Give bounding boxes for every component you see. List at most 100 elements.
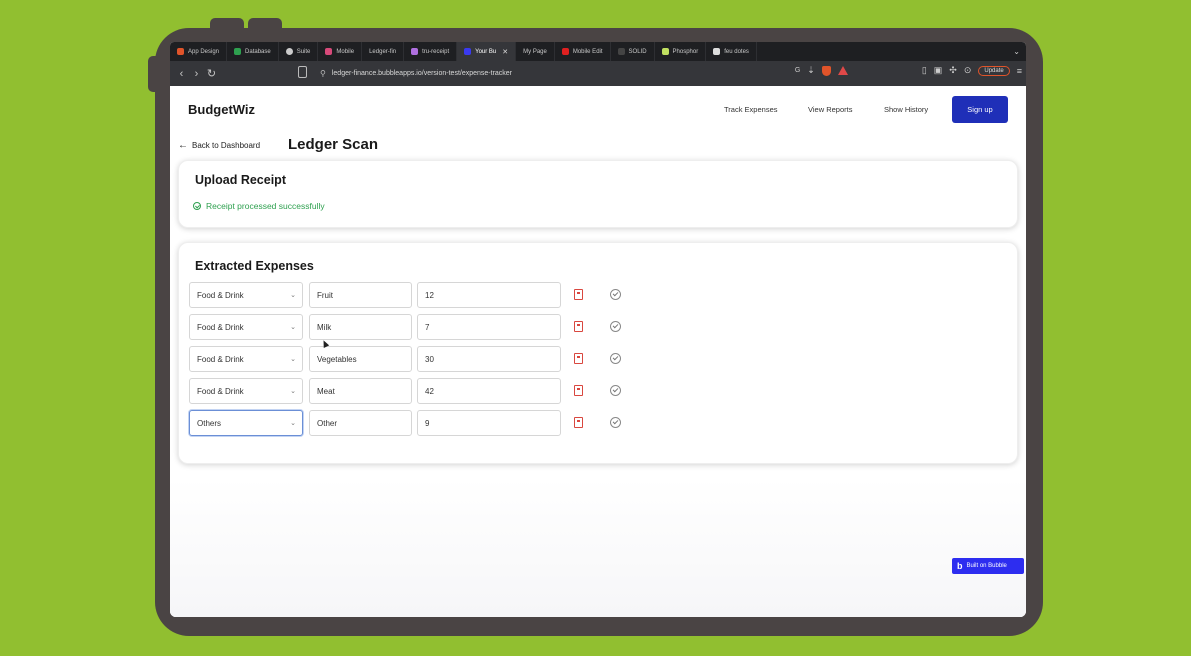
brave-shield-icon[interactable] bbox=[821, 65, 831, 76]
chevron-down-icon: ⌄ bbox=[290, 324, 296, 331]
brand-logo[interactable]: BudgetWiz bbox=[188, 102, 255, 117]
chevron-down-icon: ⌄ bbox=[290, 388, 296, 395]
browser-tab[interactable]: Mobile Edit bbox=[555, 42, 611, 61]
confirm-check-icon[interactable] bbox=[610, 353, 621, 364]
tab-label: Mobile Edit bbox=[572, 48, 603, 55]
browser-tab[interactable]: App Design bbox=[170, 42, 228, 61]
tab-list-chevron-icon[interactable]: ⌄ bbox=[1007, 47, 1026, 56]
browser-tab[interactable]: Database bbox=[227, 42, 279, 61]
signup-button[interactable]: Sign up bbox=[952, 96, 1008, 123]
tab-label: tru-receipt bbox=[422, 48, 450, 55]
upload-status: Receipt processed successfully bbox=[193, 201, 325, 211]
category-select[interactable]: Food & Drink ⌄ bbox=[189, 346, 303, 372]
expense-row: Food & Drink ⌄ Meat 42 bbox=[189, 378, 1019, 404]
tab-label: App Design bbox=[188, 48, 220, 55]
delete-receipt-icon[interactable] bbox=[574, 353, 583, 364]
bookmark-icon[interactable] bbox=[298, 66, 307, 78]
amount-input[interactable]: 42 bbox=[417, 378, 561, 404]
tab-favicon bbox=[325, 48, 333, 55]
tab-label: feu dotes bbox=[724, 48, 749, 55]
description-input[interactable]: Fruit bbox=[309, 282, 412, 308]
description-input[interactable]: Milk bbox=[309, 314, 412, 340]
confirm-check-icon[interactable] bbox=[610, 417, 621, 428]
confirm-check-icon[interactable] bbox=[610, 385, 621, 396]
forward-arrow-icon[interactable]: › bbox=[189, 68, 204, 80]
tab-favicon bbox=[234, 48, 242, 55]
tab-favicon bbox=[411, 48, 419, 55]
tab-favicon bbox=[177, 48, 184, 55]
download-icon[interactable]: ⇣ bbox=[807, 65, 815, 76]
browser-tab[interactable]: Suite bbox=[279, 42, 319, 61]
app-page: BudgetWiz Track Expenses View Reports Sh… bbox=[170, 86, 1026, 617]
expense-row: Others ⌄ Other 9 bbox=[189, 410, 1019, 436]
bubble-logo-icon: b bbox=[957, 561, 963, 571]
chevron-down-icon: ⌄ bbox=[290, 420, 296, 427]
wallet-icon[interactable]: ▣ bbox=[934, 65, 943, 76]
browser-tab-bar: App Design Database Suite Mobile Ledger-… bbox=[170, 42, 1026, 61]
translate-icon[interactable]: G bbox=[795, 67, 800, 74]
delete-receipt-icon[interactable] bbox=[574, 321, 583, 332]
amount-input[interactable]: 12 bbox=[417, 282, 561, 308]
browser-tab[interactable]: SOLID bbox=[611, 42, 655, 61]
category-select[interactable]: Food & Drink ⌄ bbox=[189, 282, 303, 308]
tab-label: SOLID bbox=[628, 48, 647, 55]
amount-input[interactable]: 7 bbox=[417, 314, 561, 340]
category-value: Others bbox=[197, 418, 222, 428]
extracted-expenses-card: Extracted Expenses Food & Drink ⌄ Fruit 1… bbox=[178, 242, 1018, 464]
category-value: Food & Drink bbox=[197, 290, 244, 300]
category-select[interactable]: Others ⌄ bbox=[189, 410, 303, 436]
expense-row: Food & Drink ⌄ Vegetables 30 bbox=[189, 346, 1019, 372]
sidebar-icon[interactable]: ▯ bbox=[922, 65, 927, 76]
expense-row: Food & Drink ⌄ Milk 7 bbox=[189, 314, 1019, 340]
check-circle-icon bbox=[193, 202, 201, 210]
browser-tab-active[interactable]: Your Bu ✕ bbox=[457, 42, 517, 61]
tab-label: Ledger-fin bbox=[369, 48, 397, 55]
tab-favicon bbox=[285, 48, 293, 55]
category-select[interactable]: Food & Drink ⌄ bbox=[189, 378, 303, 404]
reload-icon[interactable]: ↻ bbox=[204, 67, 219, 80]
url-field[interactable]: ⚲ ledger-finance.bubbleapps.io/version-t… bbox=[320, 64, 830, 82]
nav-track-expenses[interactable]: Track Expenses bbox=[724, 105, 778, 114]
amount-input[interactable]: 9 bbox=[417, 410, 561, 436]
description-input[interactable]: Meat bbox=[309, 378, 412, 404]
category-select[interactable]: Food & Drink ⌄ bbox=[189, 314, 303, 340]
built-on-bubble-badge[interactable]: b Built on Bubble bbox=[952, 558, 1024, 574]
upload-receipt-card: Upload Receipt Receipt processed success… bbox=[178, 160, 1018, 228]
close-tab-icon[interactable]: ✕ bbox=[502, 48, 508, 56]
page-title: Ledger Scan bbox=[288, 136, 379, 153]
tab-favicon bbox=[713, 48, 721, 55]
category-value: Food & Drink bbox=[197, 386, 244, 396]
tab-label: Suite bbox=[296, 48, 311, 55]
browser-tab[interactable]: Mobile bbox=[318, 42, 363, 61]
delete-receipt-icon[interactable] bbox=[574, 385, 583, 396]
browser-tab[interactable]: Phosphor bbox=[655, 42, 707, 61]
extensions-icon[interactable]: ✣ bbox=[949, 65, 957, 76]
nav-view-reports[interactable]: View Reports bbox=[808, 105, 852, 114]
tab-label: Phosphor bbox=[672, 48, 699, 55]
update-button[interactable]: Update bbox=[978, 65, 1010, 76]
amount-input[interactable]: 30 bbox=[417, 346, 561, 372]
tab-label: Database bbox=[245, 48, 271, 55]
tablet-screen: App Design Database Suite Mobile Ledger-… bbox=[170, 42, 1026, 617]
back-to-dashboard-link[interactable]: ← Back to Dashboard bbox=[178, 140, 260, 151]
browser-tab[interactable]: tru-receipt bbox=[404, 42, 458, 61]
description-input[interactable]: Vegetables bbox=[309, 346, 412, 372]
browser-tab[interactable]: My Page bbox=[516, 42, 555, 61]
back-arrow-icon[interactable]: ‹ bbox=[174, 68, 189, 80]
delete-receipt-icon[interactable] bbox=[574, 417, 583, 428]
chevron-down-icon: ⌄ bbox=[290, 292, 296, 299]
browser-toolbar-icons: G ⇣ ▯ ▣ ✣ ⊙ Update ≡ bbox=[795, 65, 1022, 76]
delete-receipt-icon[interactable] bbox=[574, 289, 583, 300]
confirm-check-icon[interactable] bbox=[610, 289, 621, 300]
description-input[interactable]: Other bbox=[309, 410, 412, 436]
alert-icon[interactable] bbox=[837, 66, 848, 75]
browser-tab[interactable]: feu dotes bbox=[706, 42, 757, 61]
menu-icon[interactable]: ≡ bbox=[1017, 66, 1022, 76]
site-settings-icon[interactable]: ⚲ bbox=[320, 69, 326, 78]
location-icon[interactable]: ⊙ bbox=[964, 65, 972, 76]
confirm-check-icon[interactable] bbox=[610, 321, 621, 332]
tab-label: Your Bu bbox=[475, 48, 497, 55]
browser-tab[interactable]: Ledger-fin bbox=[362, 42, 405, 61]
nav-show-history[interactable]: Show History bbox=[884, 105, 928, 114]
back-label: Back to Dashboard bbox=[192, 141, 261, 150]
